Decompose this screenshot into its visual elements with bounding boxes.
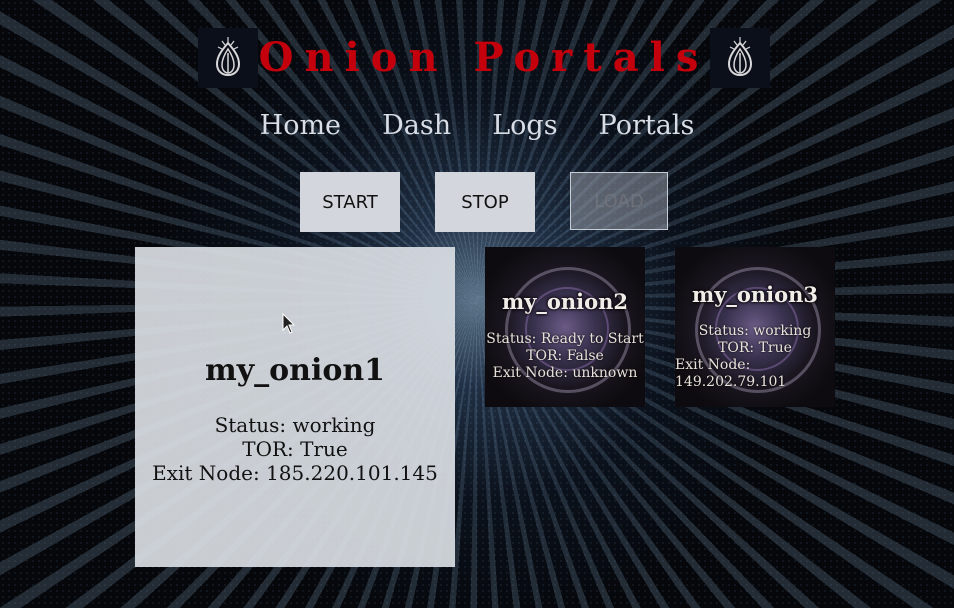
stop-button[interactable]: STOP xyxy=(435,172,535,232)
portal-card[interactable]: my_onion3 Status: working TOR: True Exit… xyxy=(675,247,835,407)
mouse-pointer-icon xyxy=(282,312,296,339)
load-button[interactable]: LOAD xyxy=(570,172,668,230)
portal-tor: TOR: True xyxy=(242,437,348,461)
portal-name: my_onion2 xyxy=(501,289,629,314)
portal-name: my_onion1 xyxy=(204,353,386,388)
portal-exit-value: 149.202.79.101 xyxy=(675,374,787,390)
portal-info: Status: working TOR: True Exit Node: 185… xyxy=(135,413,455,485)
portal-card[interactable]: my_onion2 Status: Ready to Start TOR: Fa… xyxy=(485,247,645,407)
portal-card-selected[interactable]: my_onion1 Status: working TOR: True Exit… xyxy=(135,247,455,567)
portal-exit-node: Exit Node: unknown xyxy=(492,365,638,381)
header: Onion Portals xyxy=(198,28,770,88)
portal-tor: TOR: False xyxy=(526,348,604,364)
portal-status: Status: Ready to Start xyxy=(486,331,644,347)
onion-logo-icon xyxy=(710,28,770,88)
page-title: Onion Portals xyxy=(258,34,710,81)
nav-home-link[interactable]: Home xyxy=(260,110,341,141)
portal-info: Status: Ready to Start TOR: False Exit N… xyxy=(485,331,645,382)
nav-dash-link[interactable]: Dash xyxy=(382,110,451,141)
portal-name: my_onion3 xyxy=(691,282,819,307)
portal-tor: TOR: True xyxy=(718,340,792,356)
main-nav: Home Dash Logs Portals xyxy=(0,110,954,141)
onion-logo-icon xyxy=(198,28,258,88)
nav-portals-link[interactable]: Portals xyxy=(599,110,695,141)
portal-status: Status: working xyxy=(698,323,812,339)
start-button[interactable]: START xyxy=(300,172,400,232)
portal-exit-label: Exit Node: xyxy=(675,357,751,373)
portal-exit-node: Exit Node: 185.220.101.145 xyxy=(152,461,438,485)
portal-info: Status: working TOR: True Exit Node: 149… xyxy=(675,323,835,391)
portal-status: Status: working xyxy=(214,413,376,437)
nav-logs-link[interactable]: Logs xyxy=(492,110,557,141)
